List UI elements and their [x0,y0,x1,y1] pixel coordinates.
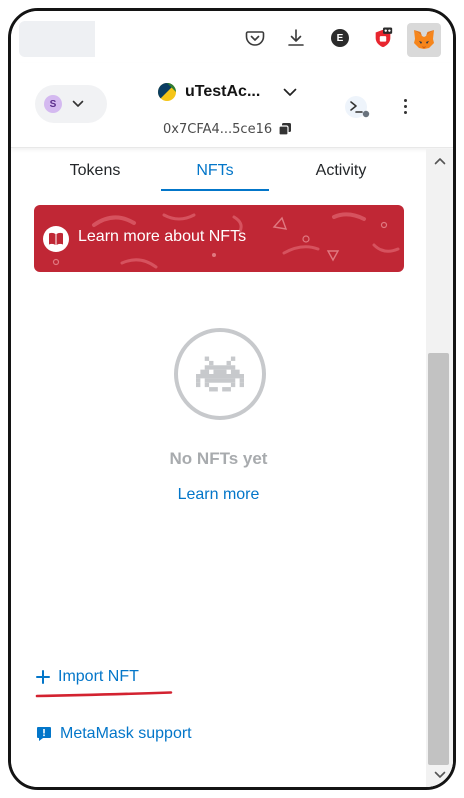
chevron-down-icon [72,100,84,107]
banner-text: Learn more about NFTs [78,228,247,245]
pocket-icon[interactable] [244,27,266,49]
learn-nfts-banner[interactable]: Learn more about NFTs [34,205,404,272]
tab-tokens[interactable]: Tokens [37,149,153,193]
privacy-shield-icon[interactable] [372,27,394,49]
metamask-fox-icon[interactable] [407,23,441,57]
address-copy[interactable]: 0x7CFA4...5ce16 [163,119,292,139]
space-invader-icon [174,328,266,420]
support-label: MetaMask support [60,725,192,742]
scroll-up-arrow-icon[interactable] [426,153,453,169]
account-identicon [158,83,176,101]
empty-state-title: No NFTs yet [169,449,268,468]
network-selector[interactable]: S [35,85,107,123]
red-underline-annotation [35,691,173,698]
active-tab-indicator [161,189,269,191]
extension-e-icon[interactable]: E [329,27,351,49]
scrollbar-thumb[interactable] [428,353,449,765]
metamask-popup: S uTestAc... 0x7CFA4...5ce16 Tokens NFTs… [11,63,453,787]
tab-bar: Tokens NFTs Activity [11,149,426,193]
support-chat-icon [37,727,51,741]
copy-icon [278,123,292,136]
account-options-menu-icon[interactable] [397,93,413,119]
window-frame: E S uTestAc... 0x7CFA4...5ce16 Tokens NF… [8,8,456,790]
metamask-support-link[interactable]: MetaMask support [36,725,192,743]
tab-nfts[interactable]: NFTs [160,149,270,193]
download-icon[interactable] [285,27,307,49]
import-nft-label: Import NFT [58,668,139,685]
scrollbar[interactable] [426,149,453,787]
browser-toolbar: E [11,11,453,63]
scroll-down-arrow-icon[interactable] [426,767,453,783]
account-selector[interactable]: uTestAc... [158,79,297,105]
terminal-icon [345,96,370,118]
learn-more-link[interactable]: Learn more [11,486,426,504]
popup-content: Tokens NFTs Activity Learn more about NF… [11,149,453,787]
account-address: 0x7CFA4...5ce16 [163,121,273,137]
network-avatar: S [44,95,62,113]
plus-icon [36,670,50,684]
tab-activity[interactable]: Activity [283,149,399,193]
chevron-down-icon [283,88,297,96]
book-icon [43,226,69,252]
import-nft-button[interactable]: Import NFT [36,668,139,686]
account-name: uTestAc... [185,83,261,100]
url-bar[interactable] [19,21,95,57]
connected-site-button[interactable] [342,92,372,122]
popup-header: S uTestAc... 0x7CFA4...5ce16 [11,63,453,148]
